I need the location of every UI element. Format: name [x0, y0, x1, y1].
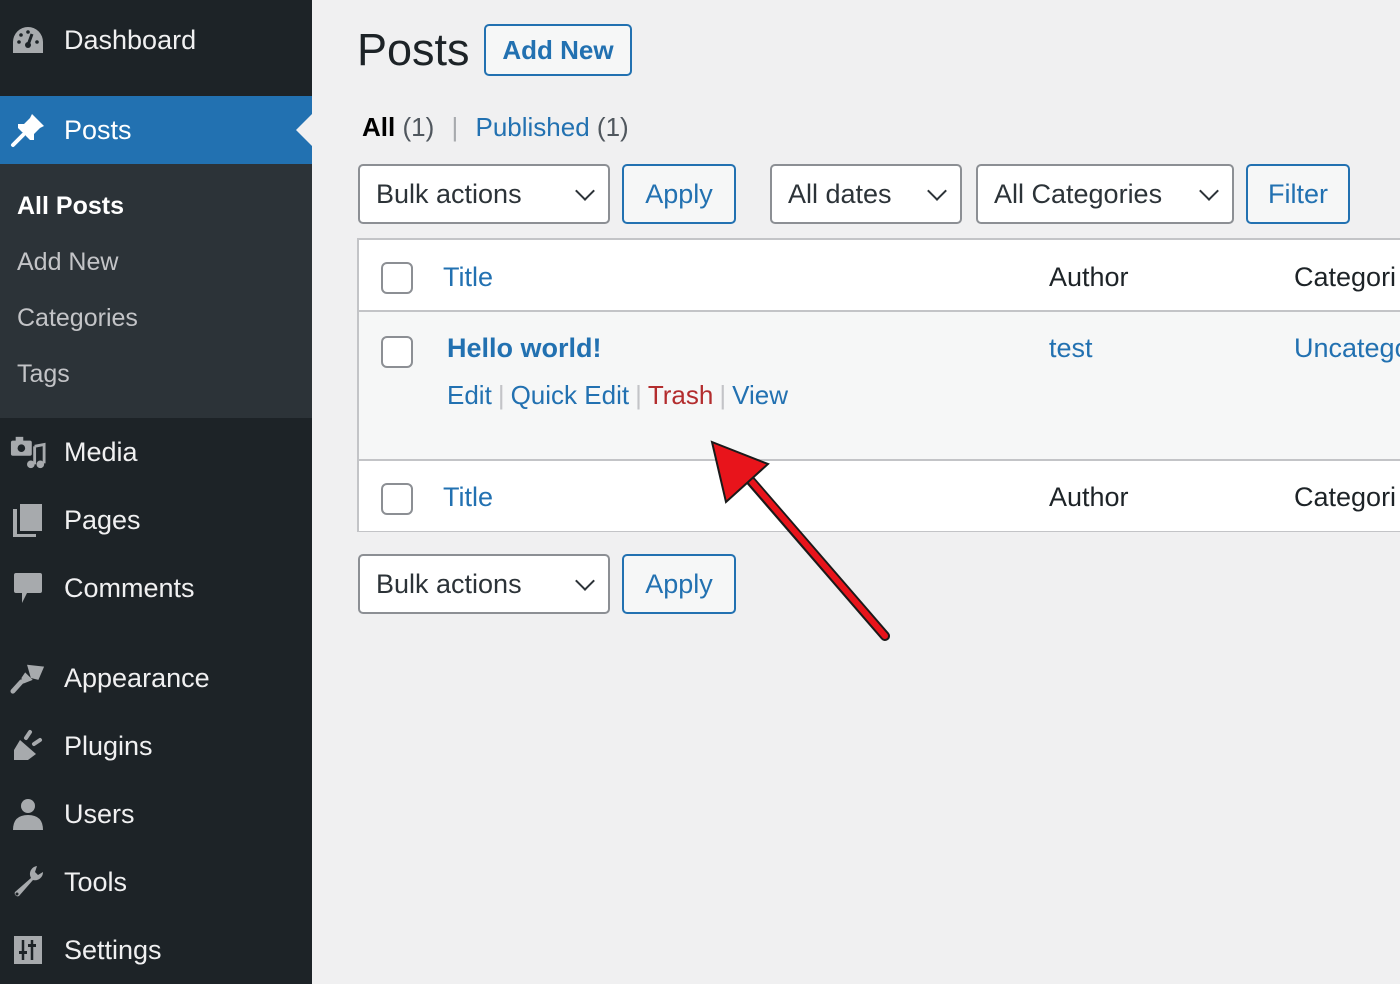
row-actions: Edit | Quick Edit | Trash | View [447, 380, 788, 411]
post-status-filter: All (1) | Published (1) [362, 112, 629, 143]
pages-icon [10, 502, 46, 538]
edit-link[interactable]: Edit [447, 380, 492, 410]
post-category-link[interactable]: Uncatego [1294, 333, 1400, 364]
view-all-link[interactable]: All [362, 112, 395, 142]
view-separator: | [451, 112, 459, 142]
bulk-actions-select-bottom[interactable]: Bulk actions [358, 554, 610, 614]
apply-button-top[interactable]: Apply [622, 164, 736, 224]
chevron-down-icon [575, 181, 595, 201]
dashboard-icon [10, 22, 46, 58]
dates-filter-value: All dates [788, 178, 892, 209]
chevron-down-icon [1199, 181, 1219, 201]
sidebar-item-label: Plugins [64, 730, 153, 761]
sidebar-item-label: Comments [64, 572, 195, 603]
sidebar-item-label: Tools [64, 866, 128, 897]
sidebar-item-label: Media [64, 436, 138, 467]
table-row: Hello world! Edit | Quick Edit | Trash | View … [359, 312, 1400, 459]
wrench-icon [10, 864, 46, 900]
media-icon [10, 434, 46, 470]
view-link[interactable]: View [732, 380, 788, 410]
select-all-checkbox-footer[interactable] [381, 483, 413, 515]
submenu-all-posts[interactable]: All Posts [17, 192, 124, 221]
posts-submenu: All Posts Add New Categories Tags [0, 164, 312, 418]
table-header: Title Author Categori [359, 240, 1400, 312]
user-icon [10, 796, 46, 832]
comment-icon [10, 570, 46, 606]
apply-button-bottom[interactable]: Apply [622, 554, 736, 614]
paintbrush-icon [10, 660, 46, 696]
sidebar-item-appearance[interactable]: Appearance [0, 656, 312, 700]
submenu-add-new[interactable]: Add New [17, 248, 118, 277]
chevron-down-icon [575, 571, 595, 591]
bulk-actions-select-top[interactable]: Bulk actions [358, 164, 610, 224]
categories-filter-select[interactable]: All Categories [976, 164, 1234, 224]
sidebar-item-label: Dashboard [64, 24, 197, 55]
sidebar-item-label: Pages [64, 504, 141, 535]
sidebar-item-label: Settings [64, 934, 162, 965]
pin-icon [10, 112, 46, 148]
sidebar-item-dashboard[interactable]: Dashboard [0, 6, 312, 74]
sidebar-item-settings[interactable]: Settings [0, 928, 312, 972]
filter-button[interactable]: Filter [1246, 164, 1350, 224]
sidebar-item-label: Posts [64, 114, 132, 145]
column-categories-header: Categori [1294, 262, 1397, 292]
table-footer: Title Author Categori [359, 459, 1400, 531]
admin-sidebar: Dashboard Posts All Posts Add New Catego… [0, 0, 312, 984]
view-all-count: (1) [402, 112, 435, 142]
sidebar-item-label: Appearance [64, 662, 210, 693]
chevron-down-icon [927, 181, 947, 201]
trash-link[interactable]: Trash [648, 380, 714, 410]
sidebar-item-pages[interactable]: Pages [0, 498, 312, 542]
bulk-actions-value: Bulk actions [376, 178, 522, 209]
sidebar-item-tools[interactable]: Tools [0, 860, 312, 904]
action-separator: | [719, 380, 727, 410]
settings-icon [10, 932, 46, 968]
column-title-footer[interactable]: Title [443, 482, 493, 513]
view-published-count: (1) [596, 112, 629, 142]
select-all-checkbox[interactable] [381, 262, 413, 294]
sidebar-item-plugins[interactable]: Plugins [0, 724, 312, 768]
page-title: Posts [357, 24, 470, 75]
action-separator: | [497, 380, 505, 410]
add-new-button[interactable]: Add New [484, 24, 632, 76]
column-author-header: Author [1049, 262, 1129, 292]
bulk-actions-value: Bulk actions [376, 568, 522, 599]
view-published-link[interactable]: Published [475, 112, 589, 142]
dates-filter-select[interactable]: All dates [770, 164, 962, 224]
sidebar-item-label: Users [64, 798, 135, 829]
quick-edit-link[interactable]: Quick Edit [511, 380, 630, 410]
submenu-tags[interactable]: Tags [17, 360, 70, 389]
submenu-categories[interactable]: Categories [17, 304, 138, 333]
plug-icon [10, 728, 46, 764]
sidebar-item-media[interactable]: Media [0, 430, 312, 474]
action-separator: | [635, 380, 642, 410]
sidebar-item-posts[interactable]: Posts [0, 96, 312, 164]
sidebar-item-users[interactable]: Users [0, 792, 312, 836]
column-categories-footer: Categori [1294, 482, 1397, 512]
sidebar-item-comments[interactable]: Comments [0, 566, 312, 610]
categories-filter-value: All Categories [994, 178, 1163, 209]
column-title-header[interactable]: Title [443, 262, 493, 293]
post-title-link[interactable]: Hello world! [447, 333, 602, 364]
post-author-link[interactable]: test [1049, 333, 1093, 364]
column-author-footer: Author [1049, 482, 1129, 512]
posts-table: Title Author Categori Hello world! Edit |… [357, 238, 1400, 532]
row-checkbox[interactable] [381, 336, 413, 368]
